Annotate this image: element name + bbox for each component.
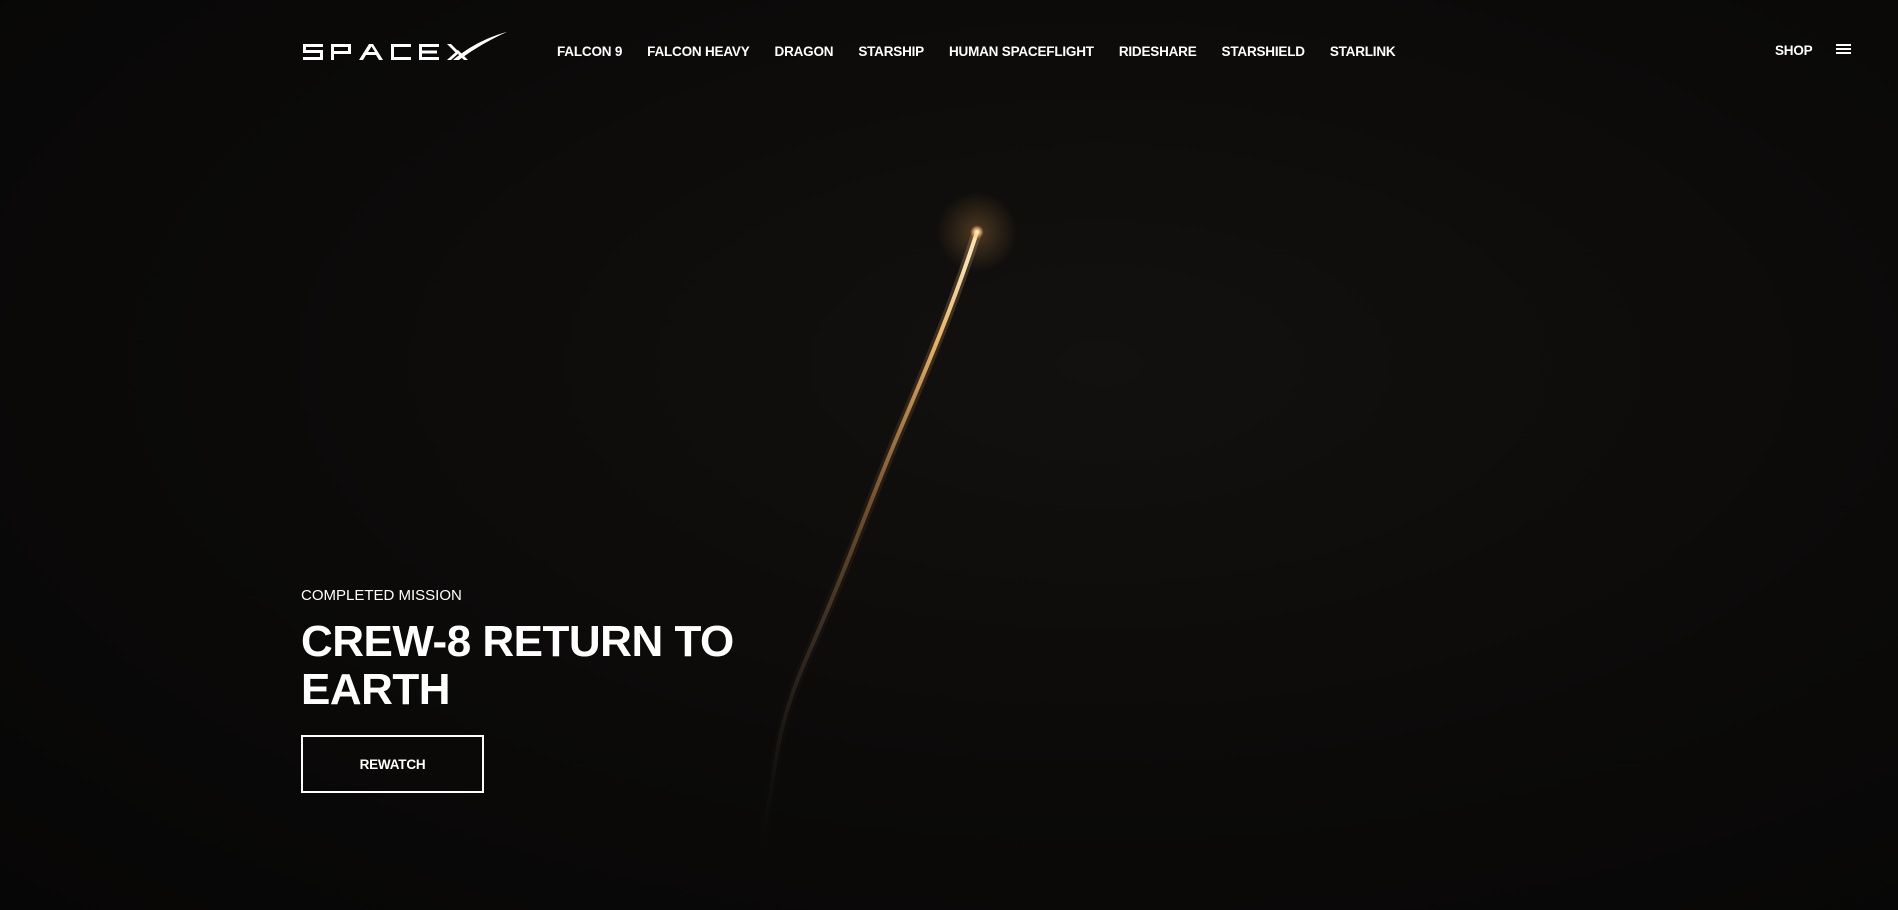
nav-item-falcon-heavy[interactable]: FALCON HEAVY	[647, 44, 750, 59]
rewatch-button[interactable]: REWATCH	[301, 735, 484, 793]
shop-link[interactable]: SHOP	[1775, 43, 1813, 58]
nav-item-falcon-9[interactable]: FALCON 9	[557, 44, 622, 59]
hero-content: COMPLETED MISSION CREW-8 RETURN TO EARTH	[301, 587, 821, 714]
nav-item-starlink[interactable]: STARLINK	[1330, 44, 1396, 59]
rocket-glow	[970, 225, 984, 239]
spacex-homepage: FALCON 9 FALCON HEAVY DRAGON STARSHIP HU…	[0, 0, 1898, 910]
hero-headline: CREW-8 RETURN TO EARTH	[301, 618, 821, 714]
nav-list: FALCON 9 FALCON HEAVY DRAGON STARSHIP HU…	[557, 43, 1396, 61]
menu-bar	[1836, 44, 1851, 46]
nav-item-starshield[interactable]: STARSHIELD	[1222, 44, 1305, 59]
nav-item-dragon[interactable]: DRAGON	[775, 44, 834, 59]
nav-item-rideshare[interactable]: RIDESHARE	[1119, 44, 1197, 59]
hero-headline-line-1: CREW-8 RETURN TO	[301, 617, 734, 666]
spacex-logo[interactable]	[301, 30, 507, 64]
nav-item-human-spaceflight[interactable]: HUMAN SPACEFLIGHT	[949, 44, 1094, 59]
nav-item-starship[interactable]: STARSHIP	[858, 44, 924, 59]
mission-status-label: COMPLETED MISSION	[301, 587, 462, 604]
site-header: FALCON 9 FALCON HEAVY DRAGON STARSHIP HU…	[0, 0, 1898, 100]
menu-bar	[1836, 52, 1851, 54]
hero-background-image	[755, 192, 1017, 855]
hero-headline-line-2: EARTH	[301, 665, 451, 714]
hamburger-menu-icon[interactable]	[1836, 44, 1854, 57]
menu-bar	[1836, 48, 1851, 50]
